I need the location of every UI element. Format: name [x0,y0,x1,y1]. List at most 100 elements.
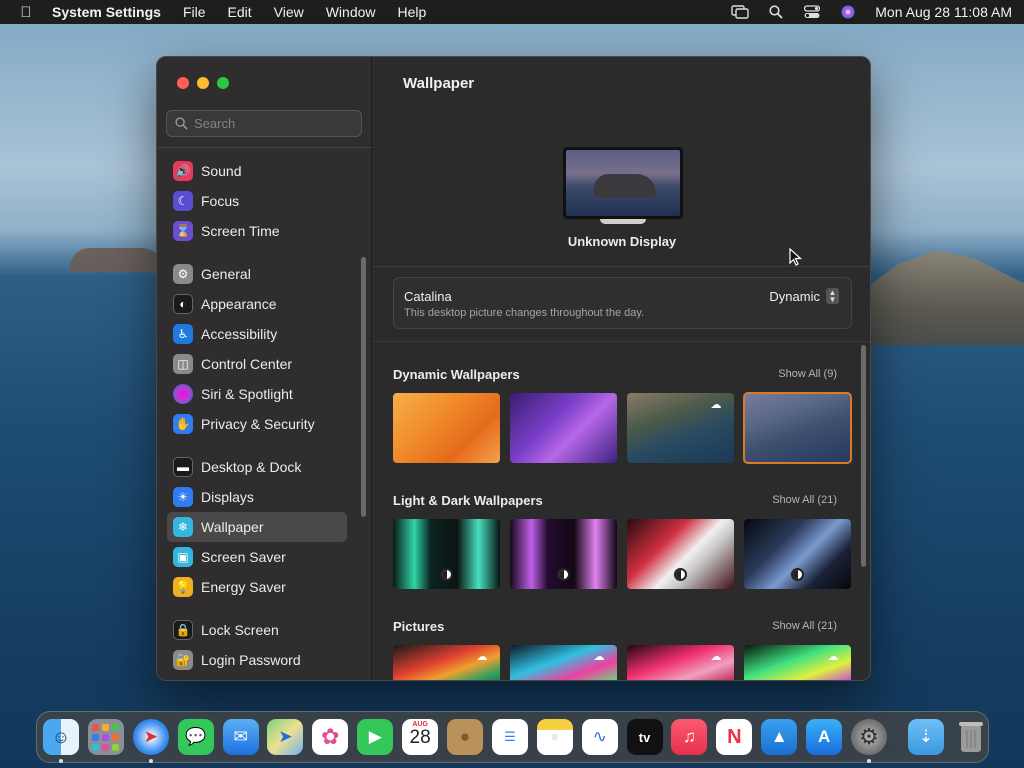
dock-mail[interactable]: ✉ [222,719,259,755]
dock-reminders[interactable]: ☰ [491,719,528,755]
search-icon [175,117,188,130]
sidebar-item-accessibility[interactable]: ♿ Accessibility [167,319,347,349]
dock-facetime[interactable]: ▶ [357,719,394,755]
sidebar-item-label: Desktop & Dock [201,459,302,475]
wallpaper-thumb-picture-1[interactable]: ☁ [393,645,500,680]
menu-help[interactable]: Help [398,4,427,20]
sidebar-item-desktop-dock[interactable]: ▬ Desktop & Dock [167,452,347,482]
menu-edit[interactable]: Edit [228,4,252,20]
sidebar-item-login-password[interactable]: 🔐 Login Password [167,645,347,675]
screen-mirroring-icon[interactable] [731,5,749,19]
dock-launchpad[interactable] [87,719,124,755]
sidebar-item-screen-saver[interactable]: ▣ Screen Saver [167,542,347,572]
dock-finder[interactable]: ☺ [43,719,79,763]
dock-notes[interactable]: ≡ [536,719,573,755]
menu-window[interactable]: Window [326,4,376,20]
dock-keynote[interactable]: ▲ [761,719,798,755]
siri-icon[interactable] [839,5,857,19]
sidebar-item-energy-saver[interactable]: 💡 Energy Saver [167,572,347,602]
download-cloud-icon: ☁ [476,651,488,663]
wallpaper-thumb-picture-4[interactable]: ☁ [744,645,851,680]
podium-icon: ▲ [770,727,788,746]
dock-music[interactable]: ♫ [671,719,708,755]
lock-icon: 🔒 [173,620,193,640]
menu-bar-clock[interactable]: Mon Aug 28 11:08 AM [875,4,1012,20]
search-field[interactable] [166,110,362,137]
current-wallpaper-row: Catalina This desktop picture changes th… [393,277,852,329]
desktop-island-left [70,248,165,272]
menu-view[interactable]: View [274,4,304,20]
dock-safari[interactable]: ➤ [132,719,169,763]
sidebar-item-label: Wallpaper [201,519,264,535]
sidebar-item-siri-spotlight[interactable]: Siri & Spotlight [167,379,347,409]
sidebar-item-privacy-security[interactable]: ✋ Privacy & Security [167,409,347,439]
wallpaper-thumb-imac-green[interactable] [393,519,500,589]
show-all-button[interactable]: Show All (21) [772,494,837,506]
wallpaper-thumb-monterey[interactable] [510,393,617,463]
dock-contacts[interactable]: ● [447,719,484,755]
light-dark-mode-icon [557,568,570,581]
wallpaper-thumb-catalina[interactable] [743,392,852,464]
sidebar-item-general[interactable]: ⚙ General [167,259,347,289]
dock-app-store[interactable]: A [806,719,843,755]
lightbulb-icon: 💡 [173,577,193,597]
spotlight-search-icon[interactable] [767,5,785,19]
control-center-icon[interactable] [803,5,821,19]
wallpaper-thumb-big-sur-coast[interactable]: ☁ [627,393,734,463]
sidebar-item-displays[interactable]: ☀ Displays [167,482,347,512]
gallery-scrollbar[interactable] [861,345,866,567]
dock-photos[interactable]: ✿ [312,719,349,755]
app-menu[interactable]: System Settings [52,4,161,20]
dock-freeform[interactable]: ∿ [581,719,618,755]
wallpaper-thumb-picture-3[interactable]: ☁ [627,645,734,680]
dock-tv[interactable]: tv [626,719,663,755]
wallpaper-thumb-imac-purple[interactable] [510,519,617,589]
download-cloud-icon: ☁ [710,399,722,411]
sidebar: 🔊 Sound ☾ Focus ⌛ Screen Time ⚙ General … [157,57,372,680]
dock-news[interactable]: N [716,719,753,755]
sidebar-item-label: Lock Screen [201,622,279,638]
minimize-button[interactable] [197,77,209,89]
zoom-button[interactable] [217,77,229,89]
wallpaper-thumb-macbook-red[interactable] [627,519,734,589]
dock-calendar[interactable]: AUG 28 [402,719,439,755]
sidebar-item-focus[interactable]: ☾ Focus [167,186,347,216]
menu-file[interactable]: File [183,4,206,20]
sidebar-item-label: Appearance [201,296,277,312]
dock-downloads[interactable]: ⇣ [907,719,944,755]
sidebar-item-label: Login Password [201,652,301,668]
sidebar-item-control-center[interactable]: ◫ Control Center [167,349,347,379]
wallpaper-icon: ❄ [173,517,193,537]
section-title: Dynamic Wallpapers [393,366,520,382]
wallpaper-thumb-sonoma[interactable] [393,393,500,463]
show-all-button[interactable]: Show All (9) [778,368,837,380]
padlock-icon: 🔐 [173,650,193,670]
sidebar-item-label: Accessibility [201,326,278,342]
dock: ☺ ➤ 💬 ✉ ➤ ✿ ▶ AUG 28 ● ☰ ≡ ∿ tv ♫ N ▲ A … [36,711,989,763]
sidebar-list: 🔊 Sound ☾ Focus ⌛ Screen Time ⚙ General … [167,156,347,675]
video-camera-icon: ▶ [368,727,382,746]
sidebar-item-sound[interactable]: 🔊 Sound [167,156,347,186]
wallpaper-thumb-macbook-blue[interactable] [744,519,851,589]
sidebar-item-appearance[interactable]: ◐ Appearance [167,289,347,319]
wallpaper-mode-popup[interactable]: Dynamic ▲ ▼ [769,288,839,304]
download-cloud-icon: ☁ [593,651,605,663]
compass-icon: ➤ [143,727,158,746]
dock-trash[interactable] [953,719,989,755]
sidebar-item-label: Energy Saver [201,579,286,595]
close-button[interactable] [177,77,189,89]
wallpaper-thumb-picture-2[interactable]: ☁ [510,645,617,680]
sidebar-item-label: Control Center [201,356,293,372]
sidebar-scrollbar[interactable] [361,257,366,517]
show-all-button[interactable]: Show All (21) [772,620,837,632]
apple-menu-icon[interactable]:  [18,4,34,21]
sidebar-item-wallpaper[interactable]: ❄ Wallpaper [167,512,347,542]
sidebar-item-screen-time[interactable]: ⌛ Screen Time [167,216,347,246]
search-input[interactable] [194,116,354,131]
dock-system-settings[interactable]: ⚙ [851,719,888,763]
sidebar-item-lock-screen[interactable]: 🔒 Lock Screen [167,615,347,645]
dock-messages[interactable]: 💬 [177,719,214,755]
gallery-divider [373,341,870,342]
dock-maps[interactable]: ➤ [267,719,304,755]
envelope-icon: ✉ [233,727,248,746]
